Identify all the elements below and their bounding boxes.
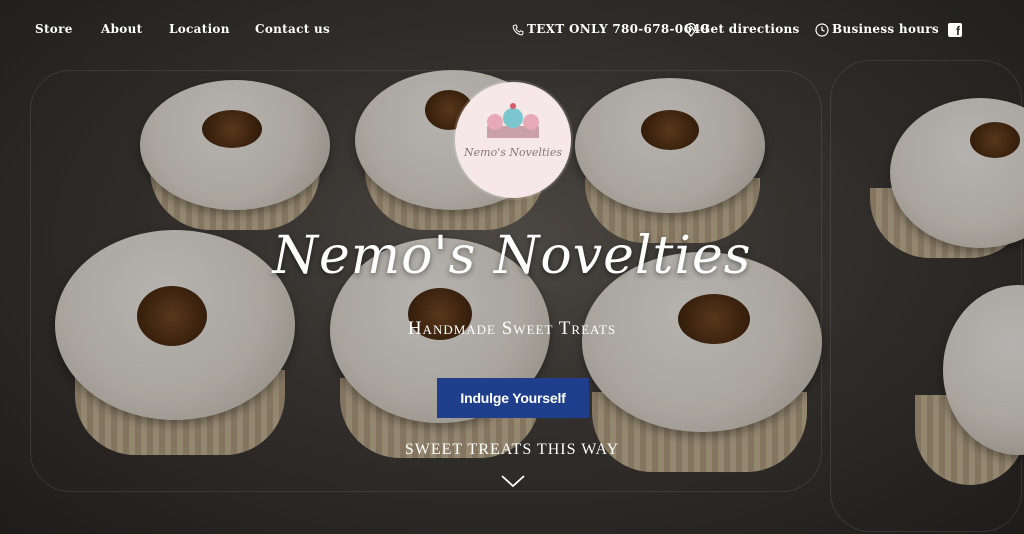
indulge-button[interactable]: Indulge Yourself — [437, 378, 589, 418]
cupcake-logo-icon — [487, 103, 539, 138]
brand-logo[interactable]: Nemo's Novelties — [455, 82, 571, 198]
directions-label: Get directions — [700, 22, 800, 36]
nav-directions-link[interactable]: Get directions — [685, 22, 800, 37]
facebook-icon[interactable]: f — [948, 23, 962, 37]
chevron-down-icon[interactable] — [500, 472, 526, 490]
phone-icon — [512, 23, 524, 35]
hours-label: Business hours — [832, 22, 939, 36]
page-title: Nemo's Novelties — [272, 226, 752, 286]
tagline: Handmade Sweet Treats — [407, 318, 617, 339]
map-pin-icon — [685, 22, 697, 37]
phone-label: TEXT ONLY 780-678-0649 — [527, 22, 710, 36]
nav-hours-link[interactable]: Business hours — [815, 22, 939, 37]
nav-location-link[interactable]: Location — [169, 22, 230, 36]
nav-about-link[interactable]: About — [101, 22, 142, 36]
nav-store-link[interactable]: Store — [35, 22, 73, 36]
nav-contact-link[interactable]: Contact us — [255, 22, 330, 36]
scroll-prompt: SWEET TREATS THIS WAY — [404, 441, 620, 458]
clock-icon — [815, 22, 829, 37]
logo-text: Nemo's Novelties — [464, 146, 562, 159]
top-navigation: Store About Location Contact us TEXT ONL… — [0, 22, 1024, 42]
nav-phone-link[interactable]: TEXT ONLY 780-678-0649 — [512, 22, 709, 36]
